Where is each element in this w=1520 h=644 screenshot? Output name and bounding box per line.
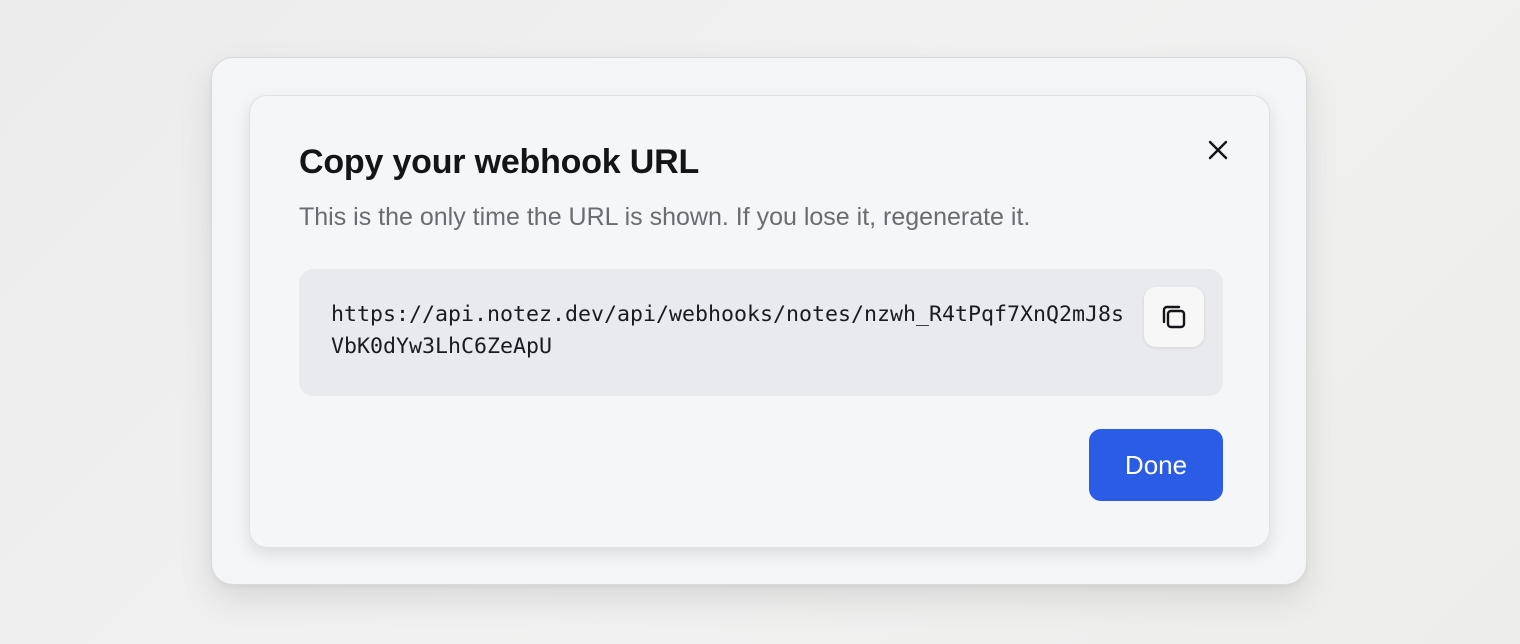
close-button[interactable]: [1200, 132, 1236, 168]
done-button[interactable]: Done: [1089, 429, 1223, 501]
webhook-url-field[interactable]: https://api.notez.dev/api/webhooks/notes…: [299, 269, 1223, 396]
webhook-url-text[interactable]: https://api.notez.dev/api/webhooks/notes…: [331, 299, 1131, 363]
copy-icon: [1162, 305, 1186, 329]
dialog-subtitle: This is the only time the URL is shown. …: [299, 203, 1031, 231]
dialog-title: Copy your webhook URL: [299, 143, 700, 181]
copy-button[interactable]: [1144, 287, 1204, 347]
close-icon: [1208, 140, 1228, 160]
webhook-url-dialog: Copy your webhook URL This is the only t…: [249, 95, 1270, 548]
